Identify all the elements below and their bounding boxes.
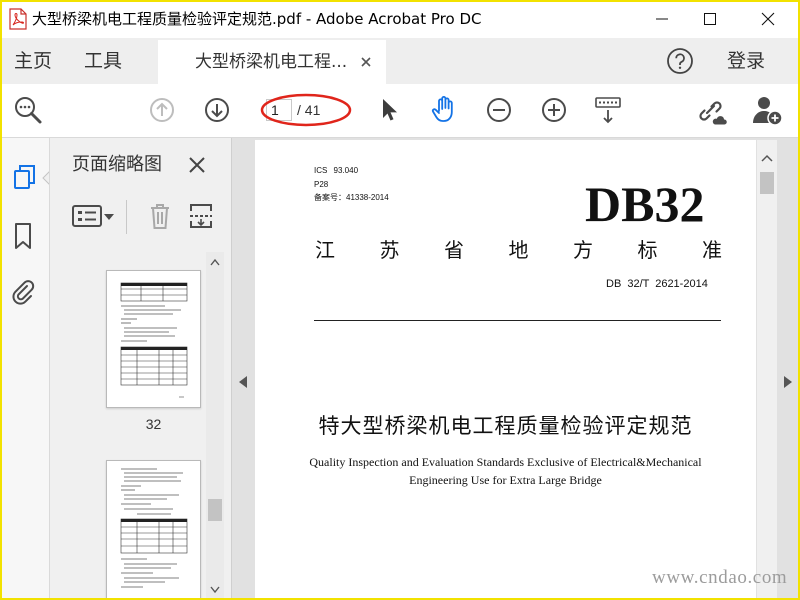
page-thumbnails-panel: 页面缩略图 32: [50, 138, 232, 600]
record-number: 备案号：41338-2014: [314, 193, 389, 202]
document-scrollbar[interactable]: [757, 140, 777, 600]
options-icon[interactable]: [72, 205, 102, 227]
page-thumbnail-image: [120, 468, 188, 588]
standard-type: 江苏省地方标准: [315, 238, 722, 262]
add-user-icon[interactable]: [750, 94, 784, 126]
document-tab-label: 大型桥梁机电工程...: [195, 52, 348, 72]
chevron-down-icon[interactable]: [104, 214, 114, 220]
scroll-up-icon[interactable]: [761, 154, 773, 162]
document-title-english-line2: Engineering Use for Extra Large Bridge: [409, 473, 602, 487]
home-tab[interactable]: 主页: [14, 49, 52, 73]
toolbar-divider: [126, 200, 127, 234]
page-thumbnail-image: [120, 282, 188, 398]
left-navigation-rail: [0, 138, 50, 600]
red-annotation-ellipse: [259, 93, 353, 127]
scroll-up-icon[interactable]: [210, 258, 220, 266]
close-tab-icon[interactable]: [358, 54, 374, 70]
insert-pages-icon[interactable]: [188, 202, 214, 230]
ics-code: ICS 93.040: [314, 166, 359, 175]
expand-right-panel-icon[interactable]: [784, 376, 792, 388]
next-page-icon[interactable]: [204, 97, 230, 123]
maximize-icon[interactable]: [698, 9, 722, 29]
page-thumbnail[interactable]: [106, 460, 201, 600]
zoom-out-icon[interactable]: [486, 97, 512, 123]
standard-number: DB 32/T 2621-2014: [606, 278, 708, 290]
document-tab[interactable]: 大型桥梁机电工程...: [158, 40, 386, 84]
document-title-chinese: 特大型桥梁机电工程质量检验评定规范: [318, 414, 693, 438]
collapse-left-panel-icon[interactable]: [239, 376, 247, 388]
close-window-icon[interactable]: [756, 9, 780, 29]
hand-icon[interactable]: [430, 95, 458, 125]
find-icon[interactable]: [12, 94, 44, 126]
page-thumbnail-label: 32: [145, 416, 162, 432]
tools-tab[interactable]: 工具: [84, 49, 122, 73]
sign-in-link[interactable]: 登录: [727, 49, 765, 73]
site-watermark: www.cndao.com: [652, 567, 788, 588]
trash-icon[interactable]: [148, 202, 172, 230]
scrollbar-thumb[interactable]: [760, 172, 774, 194]
window-title: 大型桥梁机电工程质量检验评定规范.pdf - Adobe Acrobat Pro…: [32, 10, 482, 28]
pdf-page: ICS 93.040 P28 备案号：41338-2014 DB32 江苏省地方…: [255, 140, 756, 600]
page-thumbnails-icon[interactable]: [12, 164, 38, 190]
ccs-code: P28: [314, 180, 329, 189]
zoom-in-icon[interactable]: [541, 97, 567, 123]
header-rule: [314, 320, 721, 321]
help-icon[interactable]: [666, 47, 694, 75]
share-link-icon[interactable]: [694, 94, 728, 128]
scroll-down-icon[interactable]: [210, 586, 220, 594]
acrobat-window: 大型桥梁机电工程质量检验评定规范.pdf - Adobe Acrobat Pro…: [0, 0, 800, 600]
document-title-english-line1: Quality Inspection and Evaluation Standa…: [309, 455, 702, 469]
close-panel-icon[interactable]: [188, 156, 206, 174]
panel-title: 页面缩略图: [72, 154, 162, 175]
active-panel-indicator: [39, 170, 49, 186]
acrobat-pdf-icon: [8, 8, 28, 30]
top-nav-bar: 主页 工具 大型桥梁机电工程... 登录: [0, 38, 800, 84]
document-viewer: ICS 93.040 P28 备案号：41338-2014 DB32 江苏省地方…: [232, 138, 800, 600]
title-bar: 大型桥梁机电工程质量检验评定规范.pdf - Adobe Acrobat Pro…: [0, 0, 800, 38]
scrollbar-thumb[interactable]: [208, 499, 222, 521]
standard-code: DB32: [585, 176, 705, 232]
page-thumbnail[interactable]: [106, 270, 201, 408]
scrolling-mode-icon[interactable]: [594, 95, 622, 125]
paperclip-icon[interactable]: [9, 277, 37, 305]
select-cursor-icon[interactable]: [378, 96, 400, 124]
toolbar: / 41: [0, 84, 800, 138]
thumbnail-scrollbar[interactable]: [206, 252, 224, 600]
previous-page-icon[interactable]: [149, 97, 175, 123]
bookmark-icon[interactable]: [11, 222, 35, 250]
minimize-icon[interactable]: [650, 9, 674, 29]
